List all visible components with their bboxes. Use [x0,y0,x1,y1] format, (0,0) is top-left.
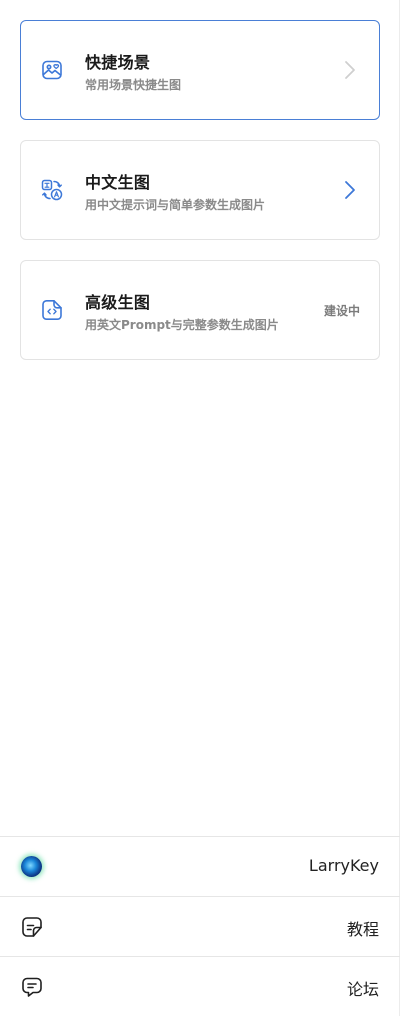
card-advanced-generation[interactable]: 高级生图 用英文Prompt与完整参数生成图片 建设中 [20,260,380,360]
forum-label: 论坛 [346,980,379,999]
page: 快捷场景 常用场景快捷生图 中文生图 用中文提示词与简单参数生成图片 高级生图 … [0,0,400,1016]
user-name: LarryKey [308,856,379,875]
translate-icon [40,178,64,202]
avatar [21,856,42,877]
chevron-right-icon [343,59,357,81]
card-subtitle: 用中文提示词与简单参数生成图片 [85,198,266,212]
card-subtitle: 用英文Prompt与完整参数生成图片 [85,318,279,332]
card-subtitle: 常用场景快捷生图 [85,78,182,92]
chevron-right-icon [343,179,357,201]
card-title: 快捷场景 [85,53,151,72]
code-file-icon [40,298,64,322]
mode-card-list: 快捷场景 常用场景快捷生图 中文生图 用中文提示词与简单参数生成图片 高级生图 … [20,20,380,380]
card-chinese-generation[interactable]: 中文生图 用中文提示词与简单参数生成图片 [20,140,380,240]
tutorial-link[interactable]: 教程 [0,896,400,956]
user-row[interactable]: LarryKey [0,836,400,896]
note-icon [20,915,44,939]
tutorial-label: 教程 [346,920,379,939]
sidebar-footer: LarryKey 教程 论坛 [0,836,400,1016]
status-badge: 建设中 [323,304,360,318]
image-icon [40,58,64,82]
card-title: 高级生图 [85,293,151,312]
card-quick-scenes[interactable]: 快捷场景 常用场景快捷生图 [20,20,380,120]
chat-icon [20,975,44,999]
card-title: 中文生图 [85,173,151,192]
forum-link[interactable]: 论坛 [0,956,400,1016]
